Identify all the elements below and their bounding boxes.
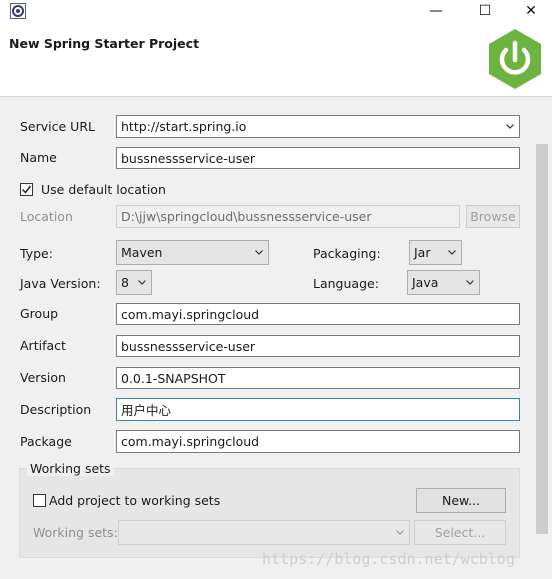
chevron-down-icon bbox=[448, 249, 456, 255]
location-label: Location bbox=[20, 209, 73, 224]
name-label: Name bbox=[20, 150, 57, 165]
package-field[interactable]: com.mayi.springcloud bbox=[116, 430, 520, 453]
description-field[interactable]: 用户中心 bbox=[116, 398, 520, 421]
working-sets-title: Working sets bbox=[27, 461, 114, 476]
description-value: 用户中心 bbox=[121, 403, 172, 418]
artifact-value: bussnessservice-user bbox=[121, 338, 256, 354]
artifact-label: Artifact bbox=[20, 338, 66, 353]
working-sets-label: Working sets: bbox=[33, 525, 118, 540]
location-value: D:\jjw\springcloud\bussnessservice-user bbox=[121, 209, 372, 224]
maximize-button[interactable]: ☐ bbox=[465, 0, 505, 22]
chevron-down-icon bbox=[506, 123, 514, 129]
package-label: Package bbox=[20, 434, 72, 449]
chevron-down-icon bbox=[255, 249, 263, 255]
location-field: D:\jjw\springcloud\bussnessservice-user bbox=[116, 205, 460, 228]
minimize-button[interactable]: — bbox=[416, 0, 456, 22]
group-field[interactable]: com.mayi.springcloud bbox=[116, 303, 520, 325]
name-value: bussnessservice-user bbox=[121, 150, 256, 166]
check-icon bbox=[21, 185, 32, 194]
new-working-set-button[interactable]: New... bbox=[416, 488, 506, 513]
group-label: Group bbox=[20, 306, 59, 321]
java-version-value: 8 bbox=[121, 275, 129, 290]
description-label: Description bbox=[20, 402, 92, 417]
language-label: Language: bbox=[313, 276, 379, 291]
chevron-down-icon bbox=[396, 529, 404, 535]
group-value: com.mayi.springcloud bbox=[121, 306, 260, 322]
java-version-select[interactable]: 8 bbox=[116, 270, 152, 295]
type-label: Type: bbox=[20, 246, 53, 261]
type-value: Maven bbox=[121, 245, 163, 260]
wizard-header bbox=[0, 24, 552, 97]
language-value: Java bbox=[412, 275, 439, 290]
select-working-sets-button[interactable]: Select... bbox=[414, 520, 506, 545]
close-button[interactable]: ✕ bbox=[511, 0, 551, 22]
service-url-label: Service URL bbox=[20, 119, 95, 134]
eclipse-app-icon bbox=[10, 3, 26, 19]
chevron-down-icon bbox=[466, 279, 474, 285]
packaging-value: Jar bbox=[414, 245, 431, 260]
artifact-field[interactable]: bussnessservice-user bbox=[116, 335, 520, 357]
spring-logo-icon bbox=[489, 29, 541, 89]
add-to-working-sets-label[interactable]: Add project to working sets bbox=[49, 493, 220, 508]
packaging-select[interactable]: Jar bbox=[409, 240, 462, 265]
use-default-location-label[interactable]: Use default location bbox=[41, 182, 166, 197]
add-to-working-sets-checkbox[interactable] bbox=[33, 494, 46, 507]
package-value: com.mayi.springcloud bbox=[121, 434, 260, 449]
use-default-location-checkbox[interactable] bbox=[20, 183, 33, 196]
service-url-value: http://start.spring.io bbox=[121, 119, 247, 134]
browse-button[interactable]: Browse bbox=[466, 205, 520, 228]
packaging-label: Packaging: bbox=[313, 246, 381, 261]
chevron-down-icon bbox=[138, 279, 146, 285]
name-field[interactable]: bussnessservice-user bbox=[116, 147, 520, 169]
watermark-text: https://blog.csdn.net/wcblog bbox=[262, 550, 515, 568]
language-select[interactable]: Java bbox=[407, 270, 480, 295]
version-field[interactable]: 0.0.1-SNAPSHOT bbox=[116, 367, 520, 389]
version-value: 0.0.1-SNAPSHOT bbox=[121, 370, 226, 386]
version-label: Version bbox=[20, 370, 66, 385]
wizard-title: New Spring Starter Project bbox=[9, 36, 200, 51]
working-sets-select[interactable] bbox=[118, 520, 410, 545]
java-version-label: Java Version: bbox=[20, 276, 101, 291]
scrollbar-thumb[interactable] bbox=[536, 144, 548, 534]
service-url-combo[interactable]: http://start.spring.io bbox=[116, 115, 520, 138]
type-select[interactable]: Maven bbox=[116, 240, 269, 265]
